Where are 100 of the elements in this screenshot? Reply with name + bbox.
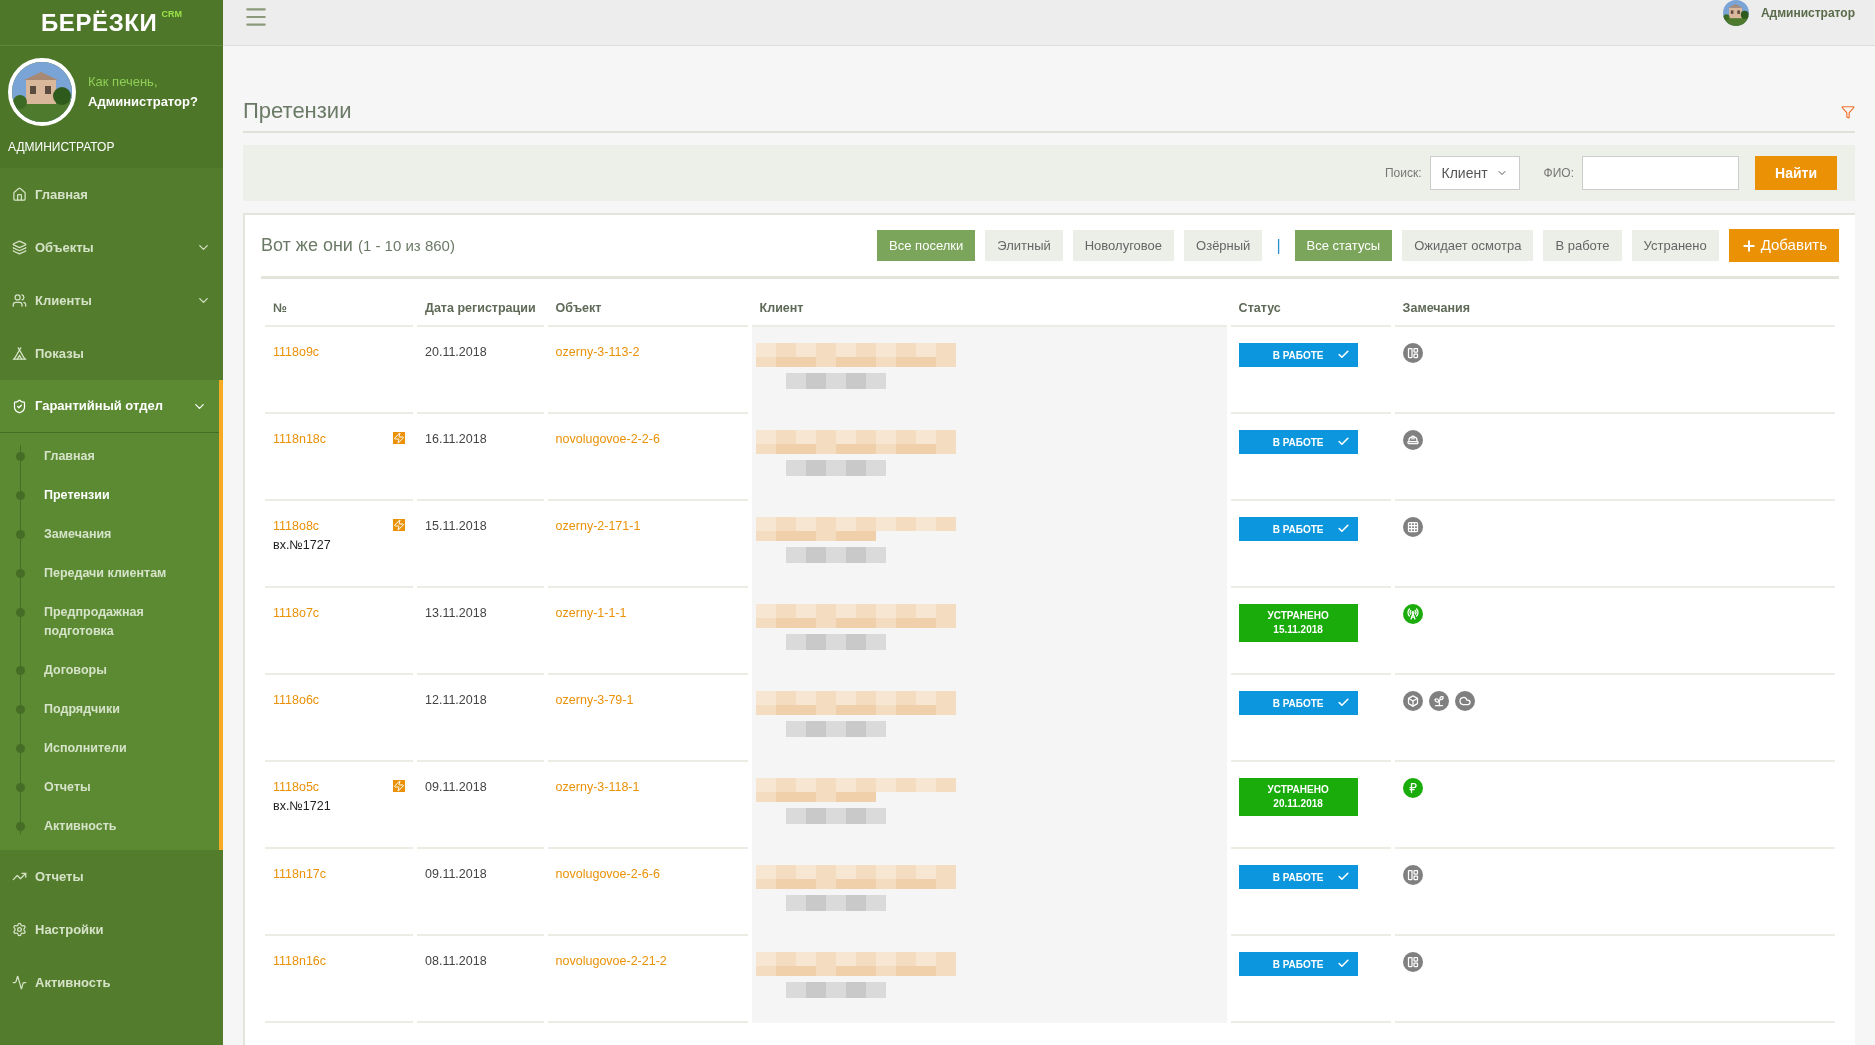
- layers-icon: [12, 240, 27, 255]
- column-header: Дата регистрации: [417, 291, 544, 327]
- gear-icon: [12, 922, 27, 937]
- claim-link[interactable]: 1118o7c: [273, 604, 320, 623]
- crm-label: CRM: [161, 8, 182, 21]
- status-button[interactable]: УСТРАНЕНО 15.11.2018: [1238, 604, 1358, 642]
- name-field[interactable]: [1582, 156, 1739, 190]
- sidebar-item[interactable]: Отчеты: [0, 850, 223, 903]
- filter-separator: |: [1275, 235, 1282, 256]
- claim-link[interactable]: 1118n16c: [273, 952, 327, 971]
- box-icon[interactable]: [1402, 691, 1423, 711]
- claim-link[interactable]: 1118o6c: [273, 691, 320, 710]
- ruble-icon[interactable]: [1402, 778, 1423, 798]
- check-icon: [1336, 696, 1350, 709]
- claim-link[interactable]: 1118o5c: [273, 778, 320, 797]
- claim-link[interactable]: 1118n18c: [273, 430, 327, 449]
- table-cell: 09.11.2018: [417, 849, 544, 936]
- tent-icon: [12, 346, 27, 361]
- table-cell: 09.11.2018: [417, 762, 544, 849]
- name-label: ФИО:: [1543, 165, 1574, 182]
- object-link[interactable]: ozerny-2-171-1: [555, 519, 641, 533]
- plant-icon[interactable]: [1428, 691, 1449, 711]
- table-cell: 20.11.2018: [417, 327, 544, 414]
- check-icon: [1336, 348, 1350, 361]
- user-menu[interactable]: Администратор: [1760, 3, 1855, 22]
- check-icon: [1336, 435, 1350, 448]
- check-icon: [1336, 522, 1350, 535]
- status-button[interactable]: В РАБОТЕ: [1238, 517, 1358, 541]
- greeting-text: Как печень,: [88, 73, 159, 91]
- user-role: АДМИНИСТРАТОР: [8, 139, 116, 156]
- table-cell: 13.11.2018: [417, 588, 544, 675]
- filter-button[interactable]: Элитный: [985, 230, 1063, 261]
- grid-icon[interactable]: [1402, 952, 1423, 972]
- incoming-number: вх.№1721: [273, 797, 332, 815]
- status-button[interactable]: В РАБОТЕ: [1238, 343, 1358, 367]
- add-button[interactable]: Добавить: [1728, 229, 1839, 262]
- status-button[interactable]: В РАБОТЕ: [1238, 865, 1358, 889]
- submenu-item[interactable]: Передачи клиентам: [0, 554, 219, 593]
- submenu-item[interactable]: Замечания: [0, 515, 219, 554]
- object-link[interactable]: ozerny-3-113-2: [555, 345, 640, 359]
- status-button[interactable]: В РАБОТЕ: [1238, 952, 1358, 976]
- table-cell: 12.11.2018: [417, 675, 544, 762]
- search-label: Поиск:: [1385, 165, 1422, 182]
- sidebar-item[interactable]: Активность: [0, 956, 223, 1009]
- status-button[interactable]: В РАБОТЕ: [1238, 691, 1358, 715]
- tower-icon[interactable]: [1402, 604, 1423, 624]
- grid-icon[interactable]: [1402, 343, 1423, 363]
- user-name: Администратор?: [88, 93, 198, 111]
- filter-button[interactable]: Все статусы: [1294, 230, 1393, 261]
- claim-link[interactable]: 1118o9c: [273, 343, 320, 362]
- submenu-item[interactable]: Договоры: [0, 651, 219, 690]
- home-icon: [12, 187, 27, 202]
- object-link[interactable]: novolugovoe-2-6-6: [555, 867, 660, 881]
- sidebar-item[interactable]: Объекты: [0, 221, 223, 274]
- filter-button[interactable]: Озёрный: [1184, 230, 1263, 261]
- submenu-item[interactable]: Активность: [0, 807, 219, 846]
- table-cell: 08.11.2018: [417, 936, 544, 1023]
- incoming-number: вх.№1727: [273, 536, 332, 554]
- submenu-item[interactable]: Исполнители: [0, 729, 219, 768]
- submenu-item[interactable]: Отчеты: [0, 768, 219, 807]
- helmet-icon[interactable]: [1402, 430, 1423, 450]
- filter-button[interactable]: Все поселки: [877, 230, 976, 261]
- check-icon: [1336, 870, 1350, 883]
- pulse-icon: [12, 975, 27, 990]
- sidebar-item[interactable]: Клиенты: [0, 274, 223, 327]
- object-link[interactable]: ozerny-3-79-1: [555, 693, 634, 707]
- table-cell: 15.11.2018: [417, 501, 544, 588]
- sidebar-item[interactable]: Показы: [0, 327, 223, 380]
- shield-icon: [12, 398, 27, 414]
- pattern-icon[interactable]: [1402, 517, 1423, 537]
- claim-link[interactable]: 1118n17c: [273, 865, 327, 884]
- grid-icon[interactable]: [1402, 865, 1423, 885]
- filter-button[interactable]: Ожидает осмотра: [1402, 230, 1534, 261]
- column-header: Статус: [1230, 291, 1391, 327]
- column-header: №: [265, 291, 413, 327]
- cloud-icon[interactable]: [1454, 691, 1475, 711]
- submenu-item[interactable]: Главная: [0, 437, 219, 476]
- filter-icon[interactable]: [1841, 105, 1855, 119]
- search-button[interactable]: Найти: [1755, 156, 1837, 190]
- search-type-select[interactable]: Клиент: [1429, 156, 1520, 190]
- claim-link[interactable]: 1118o8c: [273, 517, 320, 536]
- object-link[interactable]: ozerny-3-118-1: [555, 780, 640, 794]
- status-button[interactable]: В РАБОТЕ: [1238, 430, 1358, 454]
- sidebar-item[interactable]: Главная: [0, 168, 223, 221]
- object-link[interactable]: ozerny-1-1-1: [555, 606, 627, 620]
- sidebar-item[interactable]: Гарантийный отдел: [0, 380, 219, 433]
- column-header: Объект: [547, 291, 748, 327]
- submenu-item[interactable]: Претензии: [0, 476, 219, 515]
- check-icon: [1336, 957, 1350, 970]
- object-link[interactable]: novolugovoe-2-21-2: [555, 954, 667, 968]
- submenu-item[interactable]: Подрядчики: [0, 690, 219, 729]
- filter-button[interactable]: Новолуговое: [1072, 230, 1175, 261]
- filter-button[interactable]: В работе: [1543, 230, 1622, 261]
- object-link[interactable]: novolugovoe-2-2-6: [555, 432, 660, 446]
- status-button[interactable]: УСТРАНЕНО 20.11.2018: [1238, 778, 1358, 816]
- plus-icon: [1740, 237, 1757, 254]
- list-title: Вот же они (1 - 10 из 860): [261, 234, 455, 257]
- sidebar-item[interactable]: Настройки: [0, 903, 223, 956]
- submenu-item[interactable]: Предпродажная подготовка: [0, 593, 219, 651]
- filter-button[interactable]: Устранено: [1631, 230, 1719, 261]
